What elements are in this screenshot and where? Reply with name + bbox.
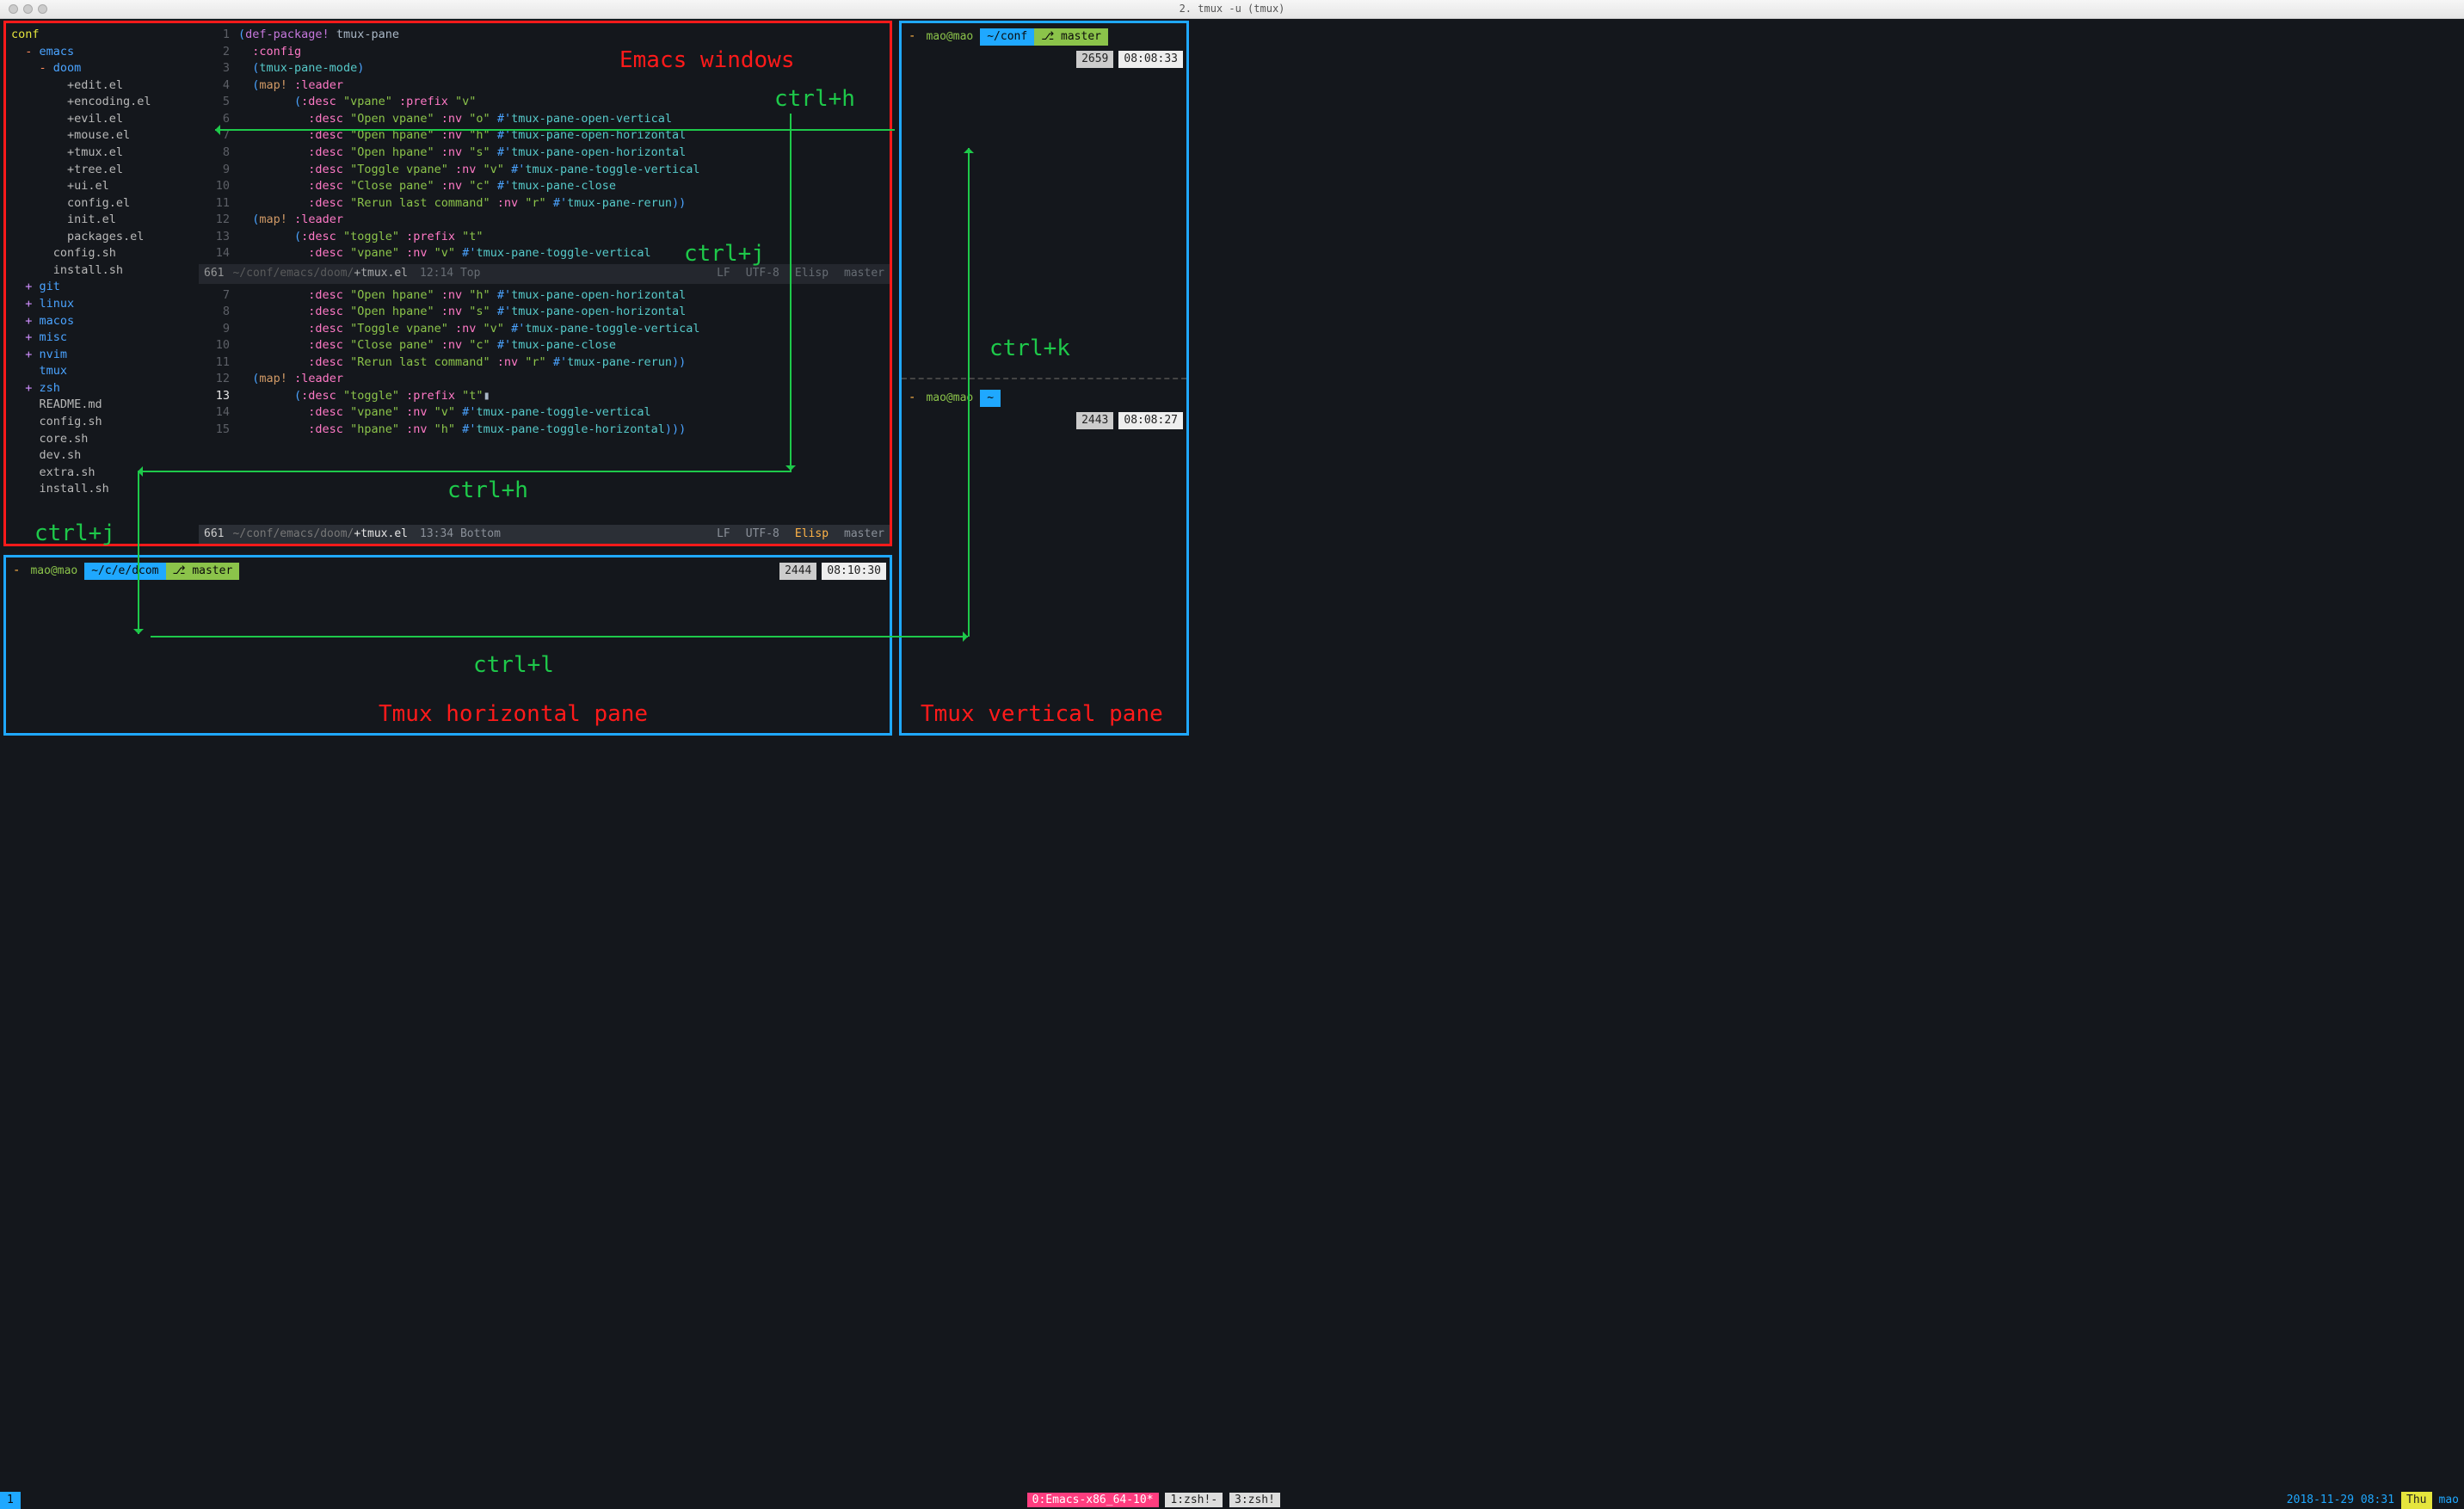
tree-file[interactable]: +ui.el (11, 178, 194, 195)
tree-file[interactable]: README.md (11, 397, 194, 414)
prompt-user: mao@mao (919, 28, 980, 46)
prompt-branch: ⎇ master (166, 563, 240, 580)
macos-titlebar: 2. tmux -u (tmux) (0, 0, 2464, 19)
tree-file[interactable]: +mouse.el (11, 127, 194, 145)
tmux-window-tab[interactable]: 3:zsh! (1229, 1493, 1280, 1507)
code-line[interactable]: 8 :desc "Open hpane" :nv "s" #'tmux-pane… (199, 145, 890, 162)
code-line[interactable]: 13 (:desc "toggle" :prefix "t" (199, 229, 890, 246)
tmux-vertical-pane[interactable]: - mao@mao ~/conf ⎇ master 2659 08:08:33 … (899, 21, 1189, 736)
prompt-time: 08:08:33 (1118, 51, 1183, 68)
prompt-time: 08:10:30 (822, 563, 886, 580)
pane-divider (902, 378, 1186, 379)
prompt-path: ~/conf (980, 28, 1034, 46)
code-line[interactable]: 4 (map! :leader (199, 77, 890, 95)
tmux-window-tab[interactable]: 0:Emacs-x86_64-10* (1027, 1493, 1159, 1507)
prompt-path: ~/c/e/dcom (84, 563, 165, 580)
editor-bottom-window[interactable]: 7 :desc "Open hpane" :nv "h" #'tmux-pane… (199, 284, 890, 525)
tree-file[interactable]: +tmux.el (11, 145, 194, 162)
code-line[interactable]: 15 :desc "hpane" :nv "h" #'tmux-pane-tog… (199, 422, 890, 439)
tree-dir[interactable]: + linux (11, 296, 194, 313)
code-line[interactable]: 5 (:desc "vpane" :prefix "v" (199, 94, 890, 111)
status-user: mao (2439, 1493, 2459, 1508)
editor-top-window[interactable]: 1(def-package! tmux-pane2 :config3 (tmux… (199, 23, 890, 264)
code-line[interactable]: 10 :desc "Close pane" :nv "c" #'tmux-pan… (199, 178, 890, 195)
tree-file[interactable]: config.el (11, 195, 194, 212)
right-pane-top[interactable]: - mao@mao ~/conf ⎇ master 2659 08:08:33 (902, 23, 1186, 373)
code-line[interactable]: 14 :desc "vpane" :nv "v" #'tmux-pane-tog… (199, 245, 890, 262)
modeline-top: 661 ~/conf/emacs/doom/+tmux.el 12:14 Top… (199, 264, 890, 283)
prompt-user: mao@mao (23, 563, 84, 580)
code-line[interactable]: 2 :config (199, 44, 890, 61)
history-number: 2659 (1076, 51, 1113, 68)
emacs-region[interactable]: conf - emacs - doom +edit.el +encoding.e… (3, 21, 892, 546)
code-line[interactable]: 7 :desc "Open hpane" :nv "h" #'tmux-pane… (199, 287, 890, 305)
code-line[interactable]: 12 (map! :leader (199, 371, 890, 388)
tree-root[interactable]: conf (11, 27, 194, 44)
shell-prompt-bottom[interactable]: - mao@mao ~/c/e/dcom ⎇ master 2444 08:10… (6, 557, 890, 585)
history-number: 2443 (1076, 412, 1113, 429)
tmux-window-list[interactable]: 0:Emacs-x86_64-10* 1:zsh!- 3:zsh! (21, 1493, 2287, 1508)
right-pane-bottom[interactable]: - mao@mao ~ 2443 08:08:27 (902, 385, 1186, 734)
editor-panel[interactable]: 1(def-package! tmux-pane2 :config3 (tmux… (199, 23, 890, 544)
prompt-user: mao@mao (919, 390, 980, 407)
code-line[interactable]: 8 :desc "Open hpane" :nv "s" #'tmux-pane… (199, 304, 890, 321)
status-day: Thu (2401, 1492, 2431, 1509)
tree-dir[interactable]: + macos (11, 313, 194, 330)
tree-file[interactable]: +evil.el (11, 111, 194, 128)
tmux-horizontal-pane[interactable]: - mao@mao ~/c/e/dcom ⎇ master 2444 08:10… (3, 555, 892, 736)
tree-dir[interactable]: + git (11, 279, 194, 296)
code-line[interactable]: 7 :desc "Open hpane" :nv "h" #'tmux-pane… (199, 127, 890, 145)
tree-file[interactable]: dev.sh (11, 447, 194, 465)
code-line[interactable]: 6 :desc "Open vpane" :nv "o" #'tmux-pane… (199, 111, 890, 128)
code-line[interactable]: 11 :desc "Rerun last command" :nv "r" #'… (199, 354, 890, 372)
prompt-branch: ⎇ master (1034, 28, 1108, 46)
modeline-bottom: 661 ~/conf/emacs/doom/+tmux.el 13:34 Bot… (199, 525, 890, 544)
tree-file[interactable]: init.el (11, 212, 194, 229)
status-date: 2018-11-29 08:31 (2287, 1493, 2394, 1508)
shell-prompt-right-top[interactable]: - mao@mao ~/conf ⎇ master (902, 23, 1186, 51)
session-indicator[interactable]: 1 (0, 1492, 21, 1509)
tree-dir[interactable]: + misc (11, 330, 194, 347)
code-line[interactable]: 1(def-package! tmux-pane (199, 27, 890, 44)
tree-file[interactable]: install.sh (11, 262, 194, 280)
tree-file[interactable]: +tree.el (11, 162, 194, 179)
code-line[interactable]: 12 (map! :leader (199, 212, 890, 229)
tree-dir[interactable]: - doom (11, 60, 194, 77)
code-line[interactable]: 13 (:desc "toggle" :prefix "t"▮ (199, 388, 890, 405)
tree-dir[interactable]: + zsh (11, 380, 194, 397)
code-line[interactable]: 3 (tmux-pane-mode) (199, 60, 890, 77)
tree-file[interactable]: config.sh (11, 245, 194, 262)
tree-dir[interactable]: tmux (11, 363, 194, 380)
file-tree[interactable]: conf - emacs - doom +edit.el +encoding.e… (6, 23, 199, 544)
code-line[interactable]: 11 :desc "Rerun last command" :nv "r" #'… (199, 195, 890, 212)
prompt-time: 08:08:27 (1118, 412, 1183, 429)
tmux-window-tab[interactable]: 1:zsh!- (1165, 1493, 1223, 1507)
tree-file[interactable]: config.sh (11, 414, 194, 431)
tree-dir[interactable]: + nvim (11, 347, 194, 364)
history-number: 2444 (779, 563, 816, 580)
tree-file[interactable]: core.sh (11, 431, 194, 448)
shell-prompt-right-bot[interactable]: - mao@mao ~ (902, 385, 1186, 412)
tree-file[interactable]: packages.el (11, 229, 194, 246)
code-line[interactable]: 9 :desc "Toggle vpane" :nv "v" #'tmux-pa… (199, 321, 890, 338)
code-line[interactable]: 9 :desc "Toggle vpane" :nv "v" #'tmux-pa… (199, 162, 890, 179)
tree-file[interactable]: +edit.el (11, 77, 194, 95)
prompt-path: ~ (980, 390, 1001, 407)
tree-file[interactable]: extra.sh (11, 465, 194, 482)
tree-dir[interactable]: - emacs (11, 44, 194, 61)
code-line[interactable]: 14 :desc "vpane" :nv "v" #'tmux-pane-tog… (199, 404, 890, 422)
tree-file[interactable]: +encoding.el (11, 94, 194, 111)
tree-file[interactable]: install.sh (11, 481, 194, 498)
tmux-statusbar: 1 0:Emacs-x86_64-10* 1:zsh!- 3:zsh! 2018… (0, 1492, 2464, 1509)
code-line[interactable]: 10 :desc "Close pane" :nv "c" #'tmux-pan… (199, 337, 890, 354)
window-title: 2. tmux -u (tmux) (0, 2, 2464, 16)
terminal-screen: conf - emacs - doom +edit.el +encoding.e… (0, 19, 2464, 1509)
